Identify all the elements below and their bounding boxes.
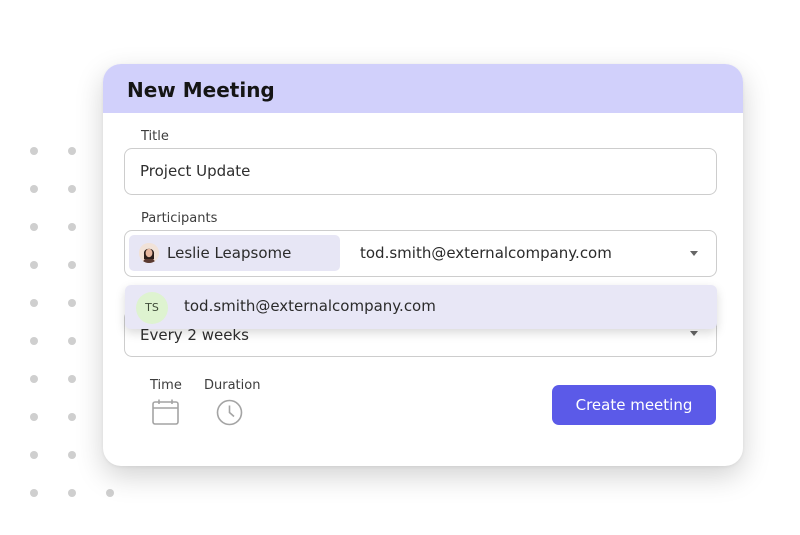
clock-icon[interactable]	[216, 399, 243, 430]
duration-label: Duration	[204, 378, 261, 393]
decorative-dot	[68, 147, 76, 155]
suggestion-email: tod.smith@externalcompany.com	[184, 297, 436, 315]
dialog-header: New Meeting	[103, 64, 743, 113]
decorative-dot	[30, 299, 38, 307]
decorative-dot	[30, 261, 38, 269]
dialog-title: New Meeting	[127, 78, 275, 102]
avatar	[139, 243, 159, 263]
decorative-dot	[30, 489, 38, 497]
decorative-dot	[30, 337, 38, 345]
participants-input[interactable]: Leslie Leapsome tod.smith@externalcompan…	[124, 230, 717, 277]
decorative-dot	[68, 451, 76, 459]
title-input[interactable]: Project Update	[124, 148, 717, 195]
create-meeting-button[interactable]: Create meeting	[552, 385, 716, 425]
decorative-dot	[68, 337, 76, 345]
chevron-down-icon[interactable]	[690, 251, 698, 256]
new-meeting-dialog: New Meeting Title Project Update Partici…	[103, 64, 743, 466]
participant-typed-email: tod.smith@externalcompany.com	[360, 244, 612, 262]
decorative-dot	[30, 185, 38, 193]
decorative-dot	[68, 223, 76, 231]
participant-suggestion[interactable]: TS tod.smith@externalcompany.com	[125, 285, 717, 329]
decorative-dot	[30, 413, 38, 421]
decorative-dot	[30, 147, 38, 155]
title-label: Title	[141, 129, 169, 144]
decorative-dot	[30, 451, 38, 459]
participants-label: Participants	[141, 211, 218, 226]
decorative-dot	[30, 223, 38, 231]
title-input-value: Project Update	[140, 162, 251, 180]
participant-chip[interactable]: Leslie Leapsome	[129, 235, 340, 271]
decorative-dot	[68, 261, 76, 269]
decorative-dot	[68, 489, 76, 497]
calendar-icon[interactable]	[152, 399, 179, 429]
decorative-dot	[68, 299, 76, 307]
initials-avatar: TS	[136, 292, 168, 324]
chevron-down-icon[interactable]	[690, 331, 698, 336]
decorative-dot	[30, 375, 38, 383]
decorative-dot	[68, 413, 76, 421]
decorative-dot	[106, 489, 114, 497]
decorative-dot	[68, 185, 76, 193]
time-label: Time	[150, 378, 182, 393]
participant-chip-name: Leslie Leapsome	[167, 244, 292, 262]
decorative-dot	[68, 375, 76, 383]
